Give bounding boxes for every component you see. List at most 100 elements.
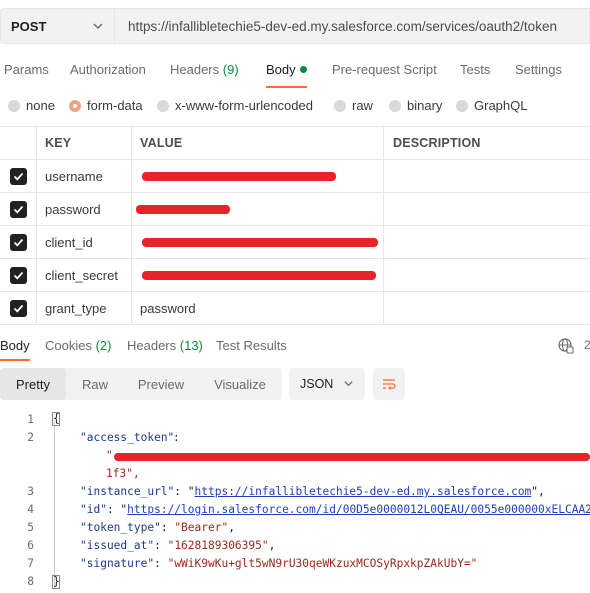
check-icon [13,271,23,280]
open-brace: { [53,412,60,425]
tab-cookies[interactable]: Cookies (2) [45,338,111,353]
checkbox[interactable] [9,266,27,284]
json-line-signature: "signature": "wWiK9wKu+glt5wN9rU30qeWKzu… [80,557,478,570]
checkbox[interactable] [9,200,27,218]
column-header-value: VALUE [132,127,384,159]
redaction-mark [142,238,378,247]
check-icon [13,238,23,247]
line-number: 5 [27,521,34,534]
row-value[interactable] [132,193,384,225]
row-key[interactable]: grant_type [37,292,132,324]
column-header-description: DESCRIPTION [393,136,481,150]
tab-pre-request-script[interactable]: Pre-request Script [332,62,437,77]
redaction-mark [142,172,336,181]
radio-raw[interactable]: raw [334,98,373,113]
line-number: 7 [27,557,34,570]
row-value[interactable] [132,259,384,291]
url-input[interactable]: https://infallibletechie5-dev-ed.my.sale… [114,8,590,44]
view-visualize-button[interactable]: Visualize [198,368,282,400]
json-string: 1f3", [106,467,140,480]
tab-tests[interactable]: Tests [460,62,490,77]
chevron-down-icon [344,381,353,387]
table-row: client_id [0,226,590,259]
json-key: "access_token" [80,431,175,444]
json-line-token-type: "token_type": "Bearer", [80,521,235,534]
view-raw-button[interactable]: Raw [66,368,124,400]
view-pretty-button[interactable]: Pretty [0,368,66,400]
radio-circle-icon [8,99,20,112]
check-icon [13,172,23,181]
json-line-instance-url: "instance_url": "https://infallibletechi… [80,485,545,498]
format-select[interactable]: JSON [289,368,365,400]
cookies-count: (2) [95,338,112,353]
wrap-lines-button[interactable] [373,368,405,400]
globe-icon[interactable] [558,338,574,354]
radio-graphql[interactable]: GraphQL [456,98,527,113]
redaction-mark [142,271,376,280]
radio-none[interactable]: none [8,98,55,113]
radio-binary[interactable]: binary [389,98,442,113]
row-value[interactable]: password [132,292,384,324]
method-label: POST [11,18,47,34]
truncated-status: 2 [584,338,590,352]
check-icon [13,205,23,214]
row-description[interactable] [384,193,590,225]
tab-test-results[interactable]: Test Results [216,338,287,353]
row-key[interactable]: password [37,193,132,225]
line-number: 2 [27,431,34,444]
row-description[interactable] [384,259,590,291]
close-brace: } [53,575,60,588]
table-row: username [0,160,590,193]
tab-body[interactable]: Body [266,62,307,88]
tab-settings[interactable]: Settings [515,62,562,77]
tab-response-body[interactable]: Body [0,338,30,361]
redaction-mark [136,205,230,214]
column-header-key: KEY [37,127,132,159]
row-key[interactable]: client_id [37,226,132,258]
modified-dot-icon [299,66,307,74]
tab-response-headers[interactable]: Headers (13) [127,338,203,353]
checkbox[interactable] [9,299,27,317]
radio-x-www-form-urlencoded[interactable]: x-www-form-urlencoded [157,98,313,113]
json-line-id: "id": "https://login.salesforce.com/id/0… [80,503,590,516]
view-mode-group: Pretty Raw Preview Visualize [0,368,282,400]
check-icon [13,304,23,313]
response-code-view[interactable]: 1 2 3 4 5 6 7 8 { "access_token": " 1f3"… [0,408,590,593]
view-preview-button[interactable]: Preview [124,368,198,400]
headers-count: (9) [222,62,239,77]
line-number: 8 [27,575,34,588]
row-description[interactable] [384,292,590,324]
line-number: 1 [27,413,34,426]
table-row: password [0,193,590,226]
row-value[interactable] [132,160,384,192]
body-type-radios: none form-data x-www-form-urlencoded raw… [0,94,590,118]
chevron-down-icon [93,23,103,29]
line-number: 4 [27,503,34,516]
tab-params[interactable]: Params [4,62,49,77]
row-value[interactable] [132,226,384,258]
checkbox[interactable] [9,167,27,185]
request-tabs: Params Authorization Headers (9) Body Pr… [0,52,590,88]
table-row: grant_type password [0,292,590,325]
line-number: 6 [27,539,34,552]
row-key[interactable]: username [37,160,132,192]
response-tabs: Body Cookies (2) Headers (13) Test Resul… [0,332,590,361]
radio-circle-icon [456,99,468,112]
checkbox[interactable] [9,233,27,251]
json-line-issued-at: "issued_at": "1628189306395", [80,539,276,552]
row-description[interactable] [384,226,590,258]
response-headers-count: (13) [179,338,203,353]
row-key[interactable]: client_secret [37,259,132,291]
response-view-toolbar: Pretty Raw Preview Visualize JSON [0,368,590,400]
tab-headers[interactable]: Headers (9) [170,62,239,77]
method-select[interactable]: POST [0,8,114,44]
radio-form-data[interactable]: form-data [69,98,143,113]
params-table: KEY VALUE DESCRIPTION username password … [0,126,590,325]
radio-circle-icon [334,99,346,112]
table-row: client_secret [0,259,590,292]
json-string: " [106,449,113,462]
tab-authorization[interactable]: Authorization [70,62,146,77]
radio-circle-icon [157,99,169,112]
request-bar: POST https://infallibletechie5-dev-ed.my… [0,0,590,52]
row-description[interactable] [384,160,590,192]
